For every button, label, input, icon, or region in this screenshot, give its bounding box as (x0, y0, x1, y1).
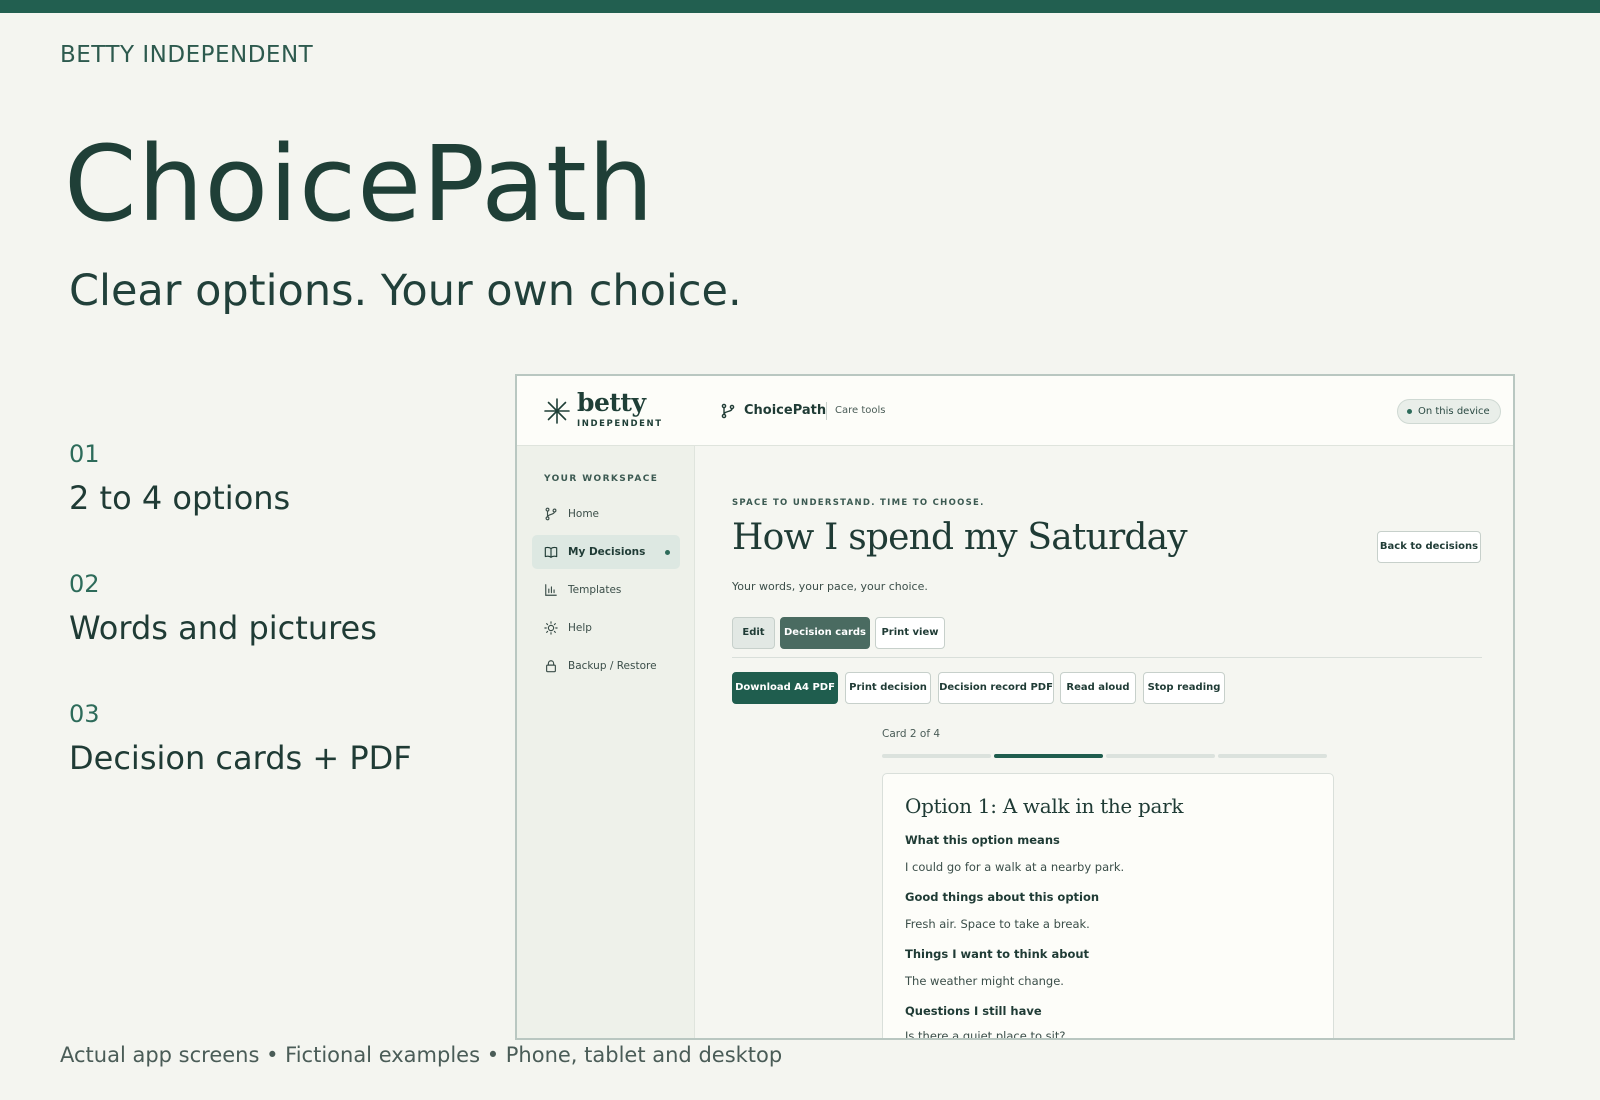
feature-label: Decision cards + PDF (69, 738, 412, 777)
asterisk-logo-icon (544, 398, 570, 424)
hero-subtitle: Clear options. Your own choice. (69, 266, 742, 316)
sun-icon (544, 621, 558, 635)
progress-segment (994, 754, 1103, 758)
status-dot (1407, 409, 1412, 414)
card-section-text: The weather might change. (905, 974, 1064, 988)
card-section-text: I could go for a walk at a nearby park. (905, 860, 1125, 874)
card-section-heading: Things I want to think about (905, 947, 1090, 961)
card-section-heading: Questions I still have (905, 1004, 1042, 1018)
progress-segment (882, 754, 991, 758)
sidebar-item-label: Home (568, 508, 600, 520)
brand-name: BETTY INDEPENDENT (60, 42, 314, 68)
card-section-heading: What this option means (905, 833, 1060, 847)
decision-card: Option 1: A walk in the park What this o… (882, 773, 1334, 1040)
chart-icon (545, 584, 557, 596)
sidebar-item-home[interactable]: Home (532, 497, 680, 531)
header-divider (826, 402, 827, 420)
card-section-heading: Good things about this option (905, 890, 1100, 904)
feature-number: 01 (69, 440, 100, 468)
device-status-badge: On this device (1397, 399, 1501, 424)
header-section-label: Care tools (835, 405, 886, 416)
sidebar-item-my-decisions[interactable]: My Decisions (532, 535, 680, 569)
feature-item: 02 Words and pictures (69, 570, 377, 647)
download-a4-pdf-button[interactable]: Download A4 PDF (732, 672, 838, 704)
page-kicker: SPACE TO UNDERSTAND. TIME TO CHOOSE. (732, 498, 985, 508)
tab-print-view[interactable]: Print view (875, 617, 945, 649)
read-aloud-button[interactable]: Read aloud (1060, 672, 1136, 704)
page-title: How I spend my Saturday (732, 517, 1188, 558)
sidebar-item-label: Backup / Restore (568, 660, 657, 672)
lock-icon (546, 660, 556, 673)
card-section-text: Fresh air. Space to take a break. (905, 917, 1090, 931)
stop-reading-button[interactable]: Stop reading (1143, 672, 1225, 704)
sidebar-item-backup-restore[interactable]: Backup / Restore (532, 649, 680, 683)
feature-number: 03 (69, 700, 100, 728)
sidebar-item-label: Templates (568, 584, 622, 596)
tab-decision-cards[interactable]: Decision cards (780, 617, 870, 649)
card-counter: Card 2 of 4 (882, 728, 941, 740)
app-header: betty INDEPENDENT ChoicePath Care tools … (517, 376, 1513, 446)
decision-record-pdf-button[interactable]: Decision record PDF (938, 672, 1054, 704)
book-icon (544, 546, 558, 558)
toolbar-divider (732, 657, 1482, 658)
progress-segment (1106, 754, 1215, 758)
feature-number: 02 (69, 570, 100, 598)
card-section-text: Is there a quiet place to sit? (905, 1029, 1066, 1040)
feature-label: 2 to 4 options (69, 478, 291, 517)
app-screenshot-frame: betty INDEPENDENT ChoicePath Care tools … (515, 374, 1515, 1040)
logo-wordmark: betty (577, 388, 646, 417)
page-subtitle: Your words, your pace, your choice. (732, 580, 928, 593)
sidebar-heading: YOUR WORKSPACE (544, 474, 659, 484)
sidebar-item-help[interactable]: Help (532, 611, 680, 645)
footer-note: Actual app screens • Fictional examples … (60, 1043, 783, 1067)
card-title: Option 1: A walk in the park (905, 794, 1184, 818)
feature-item: 01 2 to 4 options (69, 440, 290, 517)
sidebar-item-templates[interactable]: Templates (532, 573, 680, 607)
print-decision-button[interactable]: Print decision (845, 672, 931, 704)
sidebar: YOUR WORKSPACE Home My Decisions Templat… (517, 446, 695, 1038)
branch-icon (545, 507, 557, 521)
logo-subtitle: INDEPENDENT (577, 419, 663, 429)
tab-edit[interactable]: Edit (732, 617, 775, 649)
back-to-decisions-button[interactable]: Back to decisions (1377, 531, 1481, 563)
sidebar-item-label: Help (568, 622, 592, 634)
progress-segment (1218, 754, 1327, 758)
feature-label: Words and pictures (69, 608, 377, 647)
feature-item: 03 Decision cards + PDF (69, 700, 412, 777)
device-status-label: On this device (1418, 406, 1490, 417)
active-indicator-dot (665, 550, 670, 555)
top-accent-bar (0, 0, 1600, 13)
sidebar-item-label: My Decisions (568, 546, 646, 558)
branch-icon (721, 403, 735, 419)
hero-title: ChoicePath (64, 123, 655, 245)
header-app-name: ChoicePath (744, 403, 827, 418)
